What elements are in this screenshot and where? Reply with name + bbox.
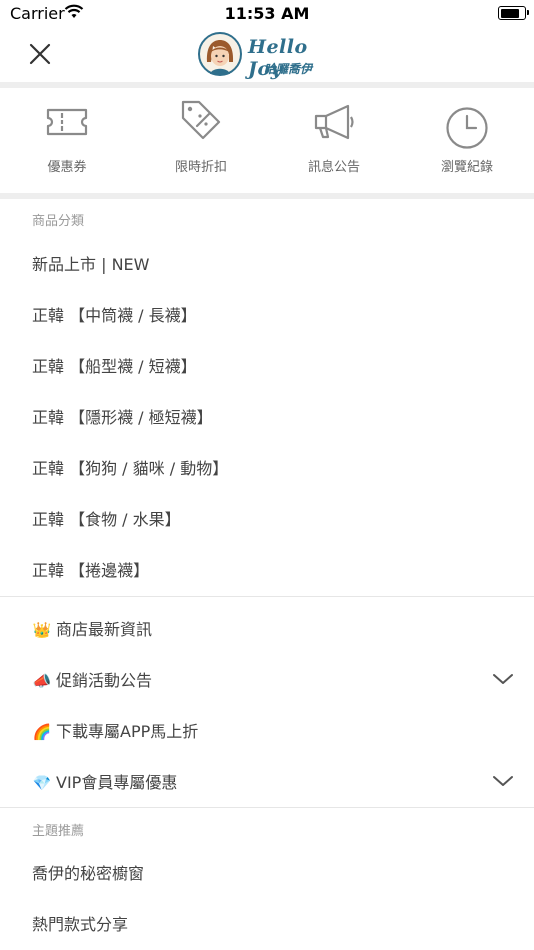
promo-sales-announcements[interactable]: 📣 促銷活動公告	[0, 654, 534, 704]
quick-link-discounts[interactable]: 限時折扣	[134, 88, 268, 194]
promo-store-news[interactable]: 👑 商店最新資訊	[0, 603, 534, 653]
quick-link-history[interactable]: 瀏覽紀錄	[400, 88, 534, 194]
promo-vip-offers[interactable]: 💎 VIP會員專屬優惠	[0, 756, 534, 806]
menu-item-label: 促銷活動公告	[56, 671, 153, 690]
menu-item-label: 正韓 【狗狗 / 貓咪 / 動物】	[32, 459, 229, 478]
menu-item-label: 正韓 【隱形襪 / 極短襪】	[32, 408, 213, 427]
quick-link-announcements[interactable]: 訊息公告	[267, 88, 401, 194]
category-section-title: 商品分類	[32, 214, 85, 229]
menu-item-label: VIP會員專屬優惠	[56, 773, 178, 792]
category-animal-socks[interactable]: 正韓 【狗狗 / 貓咪 / 動物】	[0, 442, 534, 492]
close-button[interactable]	[26, 40, 54, 68]
category-mid-calf-socks[interactable]: 正韓 【中筒襪 / 長襪】	[0, 289, 534, 339]
quick-links: 優惠券 限時折扣 訊息公告 瀏覽紀錄	[0, 88, 534, 194]
theme-secret-showcase[interactable]: 喬伊的秘密櫥窗	[0, 847, 534, 897]
divider	[0, 596, 534, 597]
discount-tag-icon	[181, 100, 221, 140]
theme-popular-styles[interactable]: 熱門款式分享	[0, 898, 534, 948]
menu-item-label: 新品上市 | NEW	[32, 255, 150, 274]
menu-item-label: 正韓 【食物 / 水果】	[32, 510, 181, 529]
category-new-arrivals[interactable]: 新品上市 | NEW	[0, 238, 534, 288]
category-food-fruit-socks[interactable]: 正韓 【食物 / 水果】	[0, 493, 534, 543]
category-ankle-socks[interactable]: 正韓 【船型襪 / 短襪】	[0, 340, 534, 390]
menu-item-label: 熱門款式分享	[32, 915, 129, 934]
divider	[0, 193, 534, 199]
crown-icon: 👑	[32, 621, 52, 639]
quick-link-label: 訊息公告	[307, 160, 360, 175]
menu-item-label: 下載專屬APP馬上折	[56, 722, 199, 741]
menu-item-label: 正韓 【船型襪 / 短襪】	[32, 357, 197, 376]
ticket-icon	[46, 108, 88, 136]
clock-time: 11:53 AM	[224, 4, 310, 23]
quick-link-label: 限時折扣	[174, 160, 227, 175]
status-bar: Carrier 11:53 AM	[0, 0, 534, 28]
quick-link-label: 優惠券	[47, 160, 87, 175]
logo-subtitle: 哈囉喬伊	[264, 62, 313, 76]
gem-icon: 💎	[32, 774, 52, 792]
promo-download-app[interactable]: 🌈 下載專屬APP馬上折	[0, 705, 534, 755]
theme-section-title: 主題推薦	[32, 824, 85, 839]
menu-item-label: 喬伊的秘密櫥窗	[32, 864, 145, 883]
megaphone-icon	[314, 104, 354, 140]
menu-item-label: 正韓 【中筒襪 / 長襪】	[32, 306, 197, 325]
menu-item-label: 商店最新資訊	[56, 620, 153, 639]
battery-icon	[498, 6, 529, 20]
category-no-show-socks[interactable]: 正韓 【隱形襪 / 極短襪】	[0, 391, 534, 441]
quick-link-label: 瀏覽紀錄	[440, 160, 493, 175]
chevron-down-icon[interactable]	[492, 672, 514, 686]
divider	[0, 807, 534, 808]
clock-icon	[446, 107, 488, 149]
rainbow-icon: 🌈	[32, 723, 52, 741]
megaphone-emoji-icon: 📣	[32, 672, 52, 690]
menu-item-label: 正韓 【捲邊襪】	[32, 561, 150, 580]
menu-header: Hello Joy 哈囉喬伊	[0, 28, 534, 82]
close-icon	[29, 43, 51, 65]
quick-link-coupons[interactable]: 優惠券	[0, 88, 134, 194]
category-rolled-edge-socks[interactable]: 正韓 【捲邊襪】	[0, 544, 534, 594]
brand-logo[interactable]: Hello Joy 哈囉喬伊	[198, 30, 340, 80]
girl-avatar-icon	[198, 32, 242, 76]
chevron-down-icon[interactable]	[492, 774, 514, 788]
